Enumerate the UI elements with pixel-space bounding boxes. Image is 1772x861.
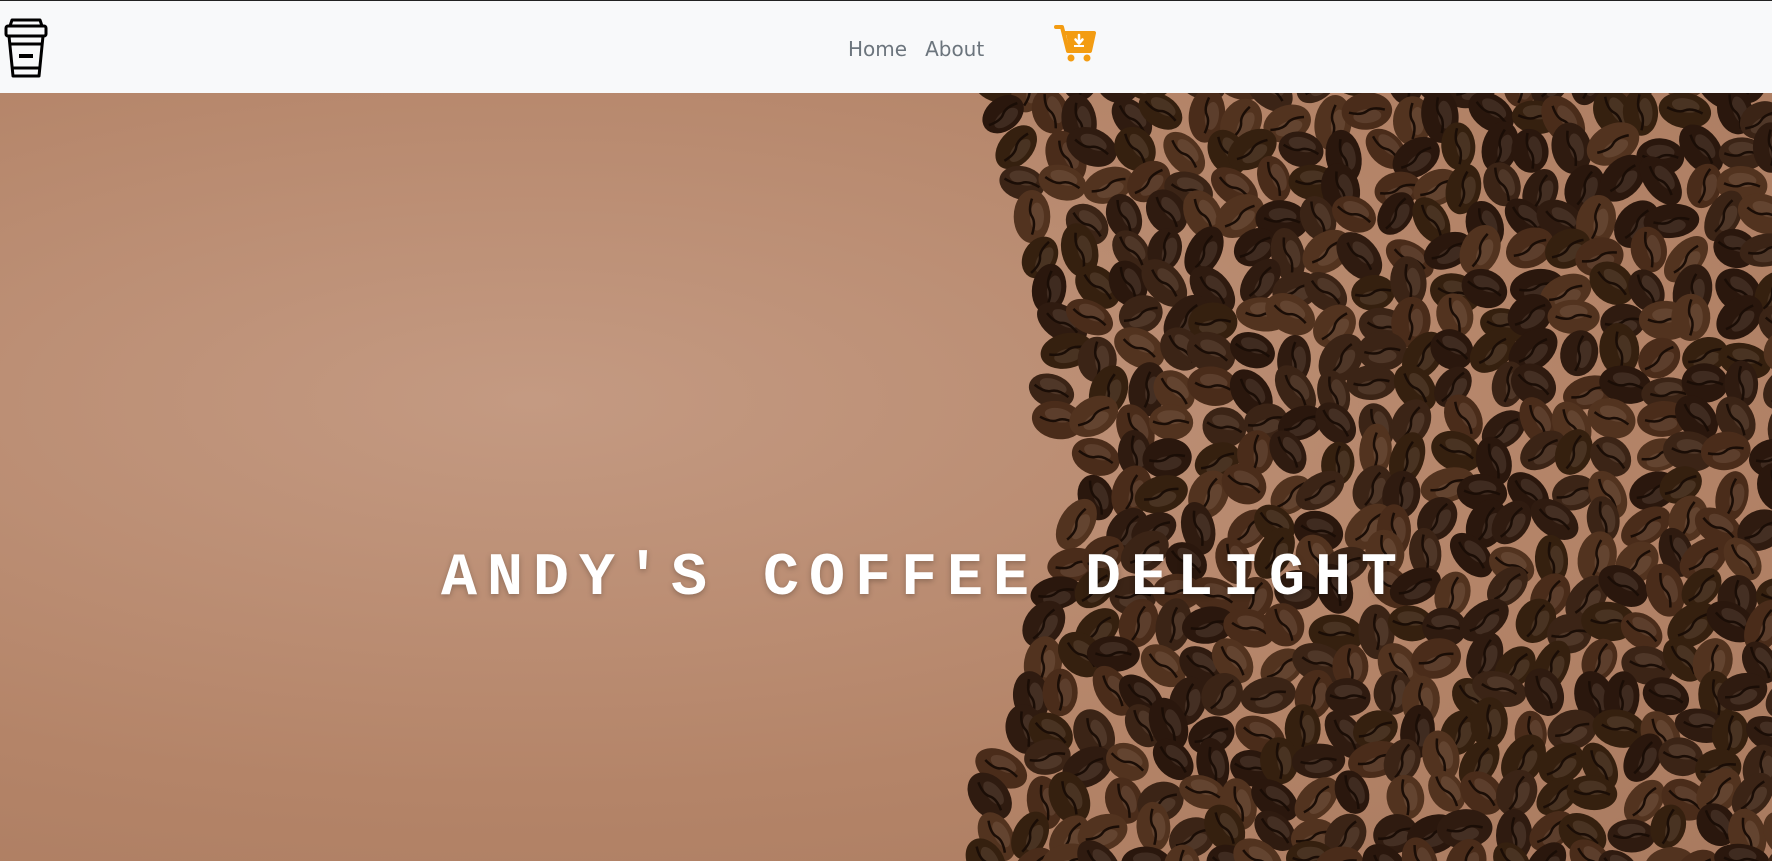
brand-logo[interactable] xyxy=(4,16,48,80)
navbar: Home About xyxy=(0,0,1772,93)
nav-links: Home About xyxy=(848,35,1002,63)
page: Home About ANDY'S COFFEE DELIGHT xyxy=(0,0,1772,861)
cart-button[interactable] xyxy=(1054,23,1096,63)
coffee-cup-icon xyxy=(4,18,48,78)
hero-section: ANDY'S COFFEE DELIGHT xyxy=(0,93,1772,861)
coffee-beans-image xyxy=(965,93,1772,861)
nav-link-about[interactable]: About xyxy=(925,35,984,63)
nav-link-home[interactable]: Home xyxy=(848,35,907,63)
cart-download-icon xyxy=(1054,25,1096,62)
hero-title: ANDY'S COFFEE DELIGHT xyxy=(440,545,1408,613)
